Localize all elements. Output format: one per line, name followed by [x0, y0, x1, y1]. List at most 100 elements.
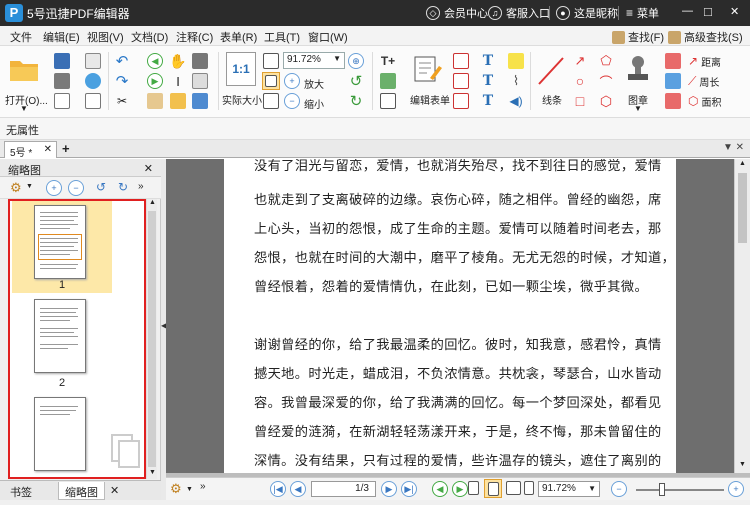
- measure-button[interactable]: [190, 92, 210, 110]
- zoom-select[interactable]: 91.72% ▼: [283, 52, 345, 69]
- customer-service-button[interactable]: ♫ 客服入口: [488, 5, 550, 21]
- callout-button[interactable]: T: [478, 92, 498, 110]
- status-settings-dropdown-icon[interactable]: ▼: [186, 486, 193, 493]
- arrow-tool-button[interactable]: ↗: [570, 52, 590, 70]
- open-button[interactable]: [6, 52, 42, 86]
- undo-button[interactable]: ↶: [112, 52, 132, 70]
- typewriter-button[interactable]: T: [478, 52, 498, 70]
- scroll-up-icon[interactable]: ▲: [739, 160, 746, 167]
- menu-tools[interactable]: 工具(T): [264, 29, 300, 45]
- eraser-button[interactable]: [664, 52, 682, 70]
- maximize-button[interactable]: □: [704, 4, 712, 19]
- main-menu-button[interactable]: ≡ 菜单: [626, 5, 659, 21]
- scroll-thumb[interactable]: [148, 211, 156, 467]
- open-dropdown-icon[interactable]: ▼: [20, 104, 28, 113]
- snapshot-button[interactable]: [168, 92, 188, 110]
- email-button[interactable]: [82, 52, 104, 70]
- add-text-button[interactable]: T+: [378, 52, 398, 70]
- fit-width-button[interactable]: [262, 72, 280, 90]
- menu-file[interactable]: 文件: [10, 29, 32, 45]
- camera-button[interactable]: [190, 52, 210, 70]
- menu-comment[interactable]: 注释(C): [176, 29, 213, 45]
- edit-object-button[interactable]: [378, 92, 398, 110]
- last-page-button[interactable]: ▶|: [401, 481, 417, 497]
- minimize-button[interactable]: —: [682, 5, 693, 17]
- thumbnail-page-3[interactable]: [12, 397, 112, 477]
- note-button[interactable]: [506, 52, 526, 70]
- select-text-button[interactable]: I: [168, 72, 188, 90]
- attach-file-button[interactable]: ⌇: [506, 72, 526, 90]
- stamp-button[interactable]: [622, 52, 654, 86]
- select-button[interactable]: [190, 72, 210, 90]
- tab-list-controls[interactable]: ▼ ✕: [723, 142, 744, 153]
- close-panel-icon[interactable]: ✕: [144, 162, 153, 175]
- sound-button[interactable]: ◀): [506, 92, 526, 110]
- previous-view-button[interactable]: ◀: [432, 481, 448, 497]
- settings-dropdown-icon[interactable]: ▼: [26, 183, 33, 190]
- actual-size-button[interactable]: 1:1: [226, 52, 256, 86]
- status-settings-icon[interactable]: ⚙: [170, 481, 182, 497]
- cut-button[interactable]: ✂: [112, 92, 132, 110]
- zoom-in-label[interactable]: 放大: [304, 76, 324, 91]
- more-options-icon[interactable]: »: [138, 181, 144, 192]
- text-field-button[interactable]: [452, 52, 470, 70]
- area-button[interactable]: ⬡ 面积: [688, 92, 746, 110]
- rotate-page-right-icon[interactable]: ↻: [118, 180, 128, 194]
- continuous-page-button[interactable]: [484, 479, 502, 498]
- stamp-dropdown-icon[interactable]: ▼: [634, 104, 642, 113]
- facing-pages-button[interactable]: [506, 481, 521, 495]
- highlight-button[interactable]: [664, 72, 682, 90]
- zoom-tool-button[interactable]: ⊕: [347, 52, 365, 70]
- textbox-button[interactable]: T: [478, 72, 498, 90]
- find-button[interactable]: 查找(F): [612, 29, 664, 45]
- cloud-upload-button[interactable]: [82, 72, 104, 90]
- thumbnail-page-2[interactable]: 2: [12, 299, 112, 391]
- next-view-button[interactable]: ▶: [452, 481, 468, 497]
- zoom-slider-thumb[interactable]: [659, 483, 665, 496]
- ellipse-tool-button[interactable]: ○: [570, 72, 590, 90]
- thumbnail-page-1[interactable]: 1: [12, 201, 112, 293]
- status-zoom-select[interactable]: 91.72% ▼: [538, 481, 600, 497]
- radio-field-button[interactable]: [452, 92, 470, 110]
- fit-visible-button[interactable]: [262, 92, 280, 110]
- thumbnails-tab[interactable]: 缩略图: [58, 482, 105, 500]
- bookmarks-tab[interactable]: 书签: [4, 482, 38, 500]
- cloud-shape-tool-button[interactable]: ⬡: [596, 92, 616, 110]
- zoom-slider-track[interactable]: [636, 489, 724, 491]
- close-window-button[interactable]: ✕: [730, 5, 739, 18]
- back-button[interactable]: ◀: [146, 52, 164, 70]
- menu-window[interactable]: 窗口(W): [308, 29, 348, 45]
- document-tab[interactable]: 5号 * ✕: [4, 141, 57, 159]
- menu-view[interactable]: 视图(V): [87, 29, 124, 45]
- first-page-button[interactable]: |◀: [270, 481, 286, 497]
- menu-edit[interactable]: 编辑(E): [43, 29, 80, 45]
- print-button[interactable]: [52, 72, 72, 90]
- close-thumbnails-tab-icon[interactable]: ✕: [104, 482, 125, 500]
- scan-button[interactable]: [82, 92, 104, 110]
- advanced-find-button[interactable]: 高级查找(S): [668, 29, 743, 45]
- perimeter-button[interactable]: ⟋ 周长: [688, 72, 746, 90]
- line-tool-button[interactable]: [536, 54, 566, 88]
- paste-button[interactable]: [146, 92, 164, 110]
- scroll-up-icon[interactable]: ▲: [149, 199, 156, 206]
- continuous-facing-button[interactable]: [524, 481, 534, 495]
- edit-form-button[interactable]: [410, 52, 444, 86]
- vip-center-button[interactable]: ◇ 会员中心: [426, 5, 488, 21]
- zoom-out-button[interactable]: −: [283, 93, 301, 109]
- hand-tool-button[interactable]: ✋: [168, 52, 188, 70]
- rotate-page-left-icon[interactable]: ↺: [96, 180, 106, 194]
- thumbnail-zoom-out-icon[interactable]: −: [68, 180, 84, 196]
- close-tab-icon[interactable]: ✕: [44, 144, 52, 155]
- settings-gear-icon[interactable]: ⚙: [10, 180, 22, 196]
- menu-document[interactable]: 文档(D): [131, 29, 168, 45]
- pencil-button[interactable]: [664, 92, 682, 110]
- save-button[interactable]: [52, 52, 72, 70]
- rotate-left-button[interactable]: ↺: [347, 72, 365, 90]
- add-image-button[interactable]: [378, 72, 398, 90]
- scroll-down-icon[interactable]: ▼: [149, 469, 156, 476]
- scroll-thumb[interactable]: [738, 173, 747, 243]
- status-zoom-out-button[interactable]: −: [611, 481, 627, 497]
- new-document-button[interactable]: [52, 92, 72, 110]
- polyline-tool-button[interactable]: ⌒: [596, 72, 616, 90]
- zoom-out-label[interactable]: 缩小: [304, 96, 324, 111]
